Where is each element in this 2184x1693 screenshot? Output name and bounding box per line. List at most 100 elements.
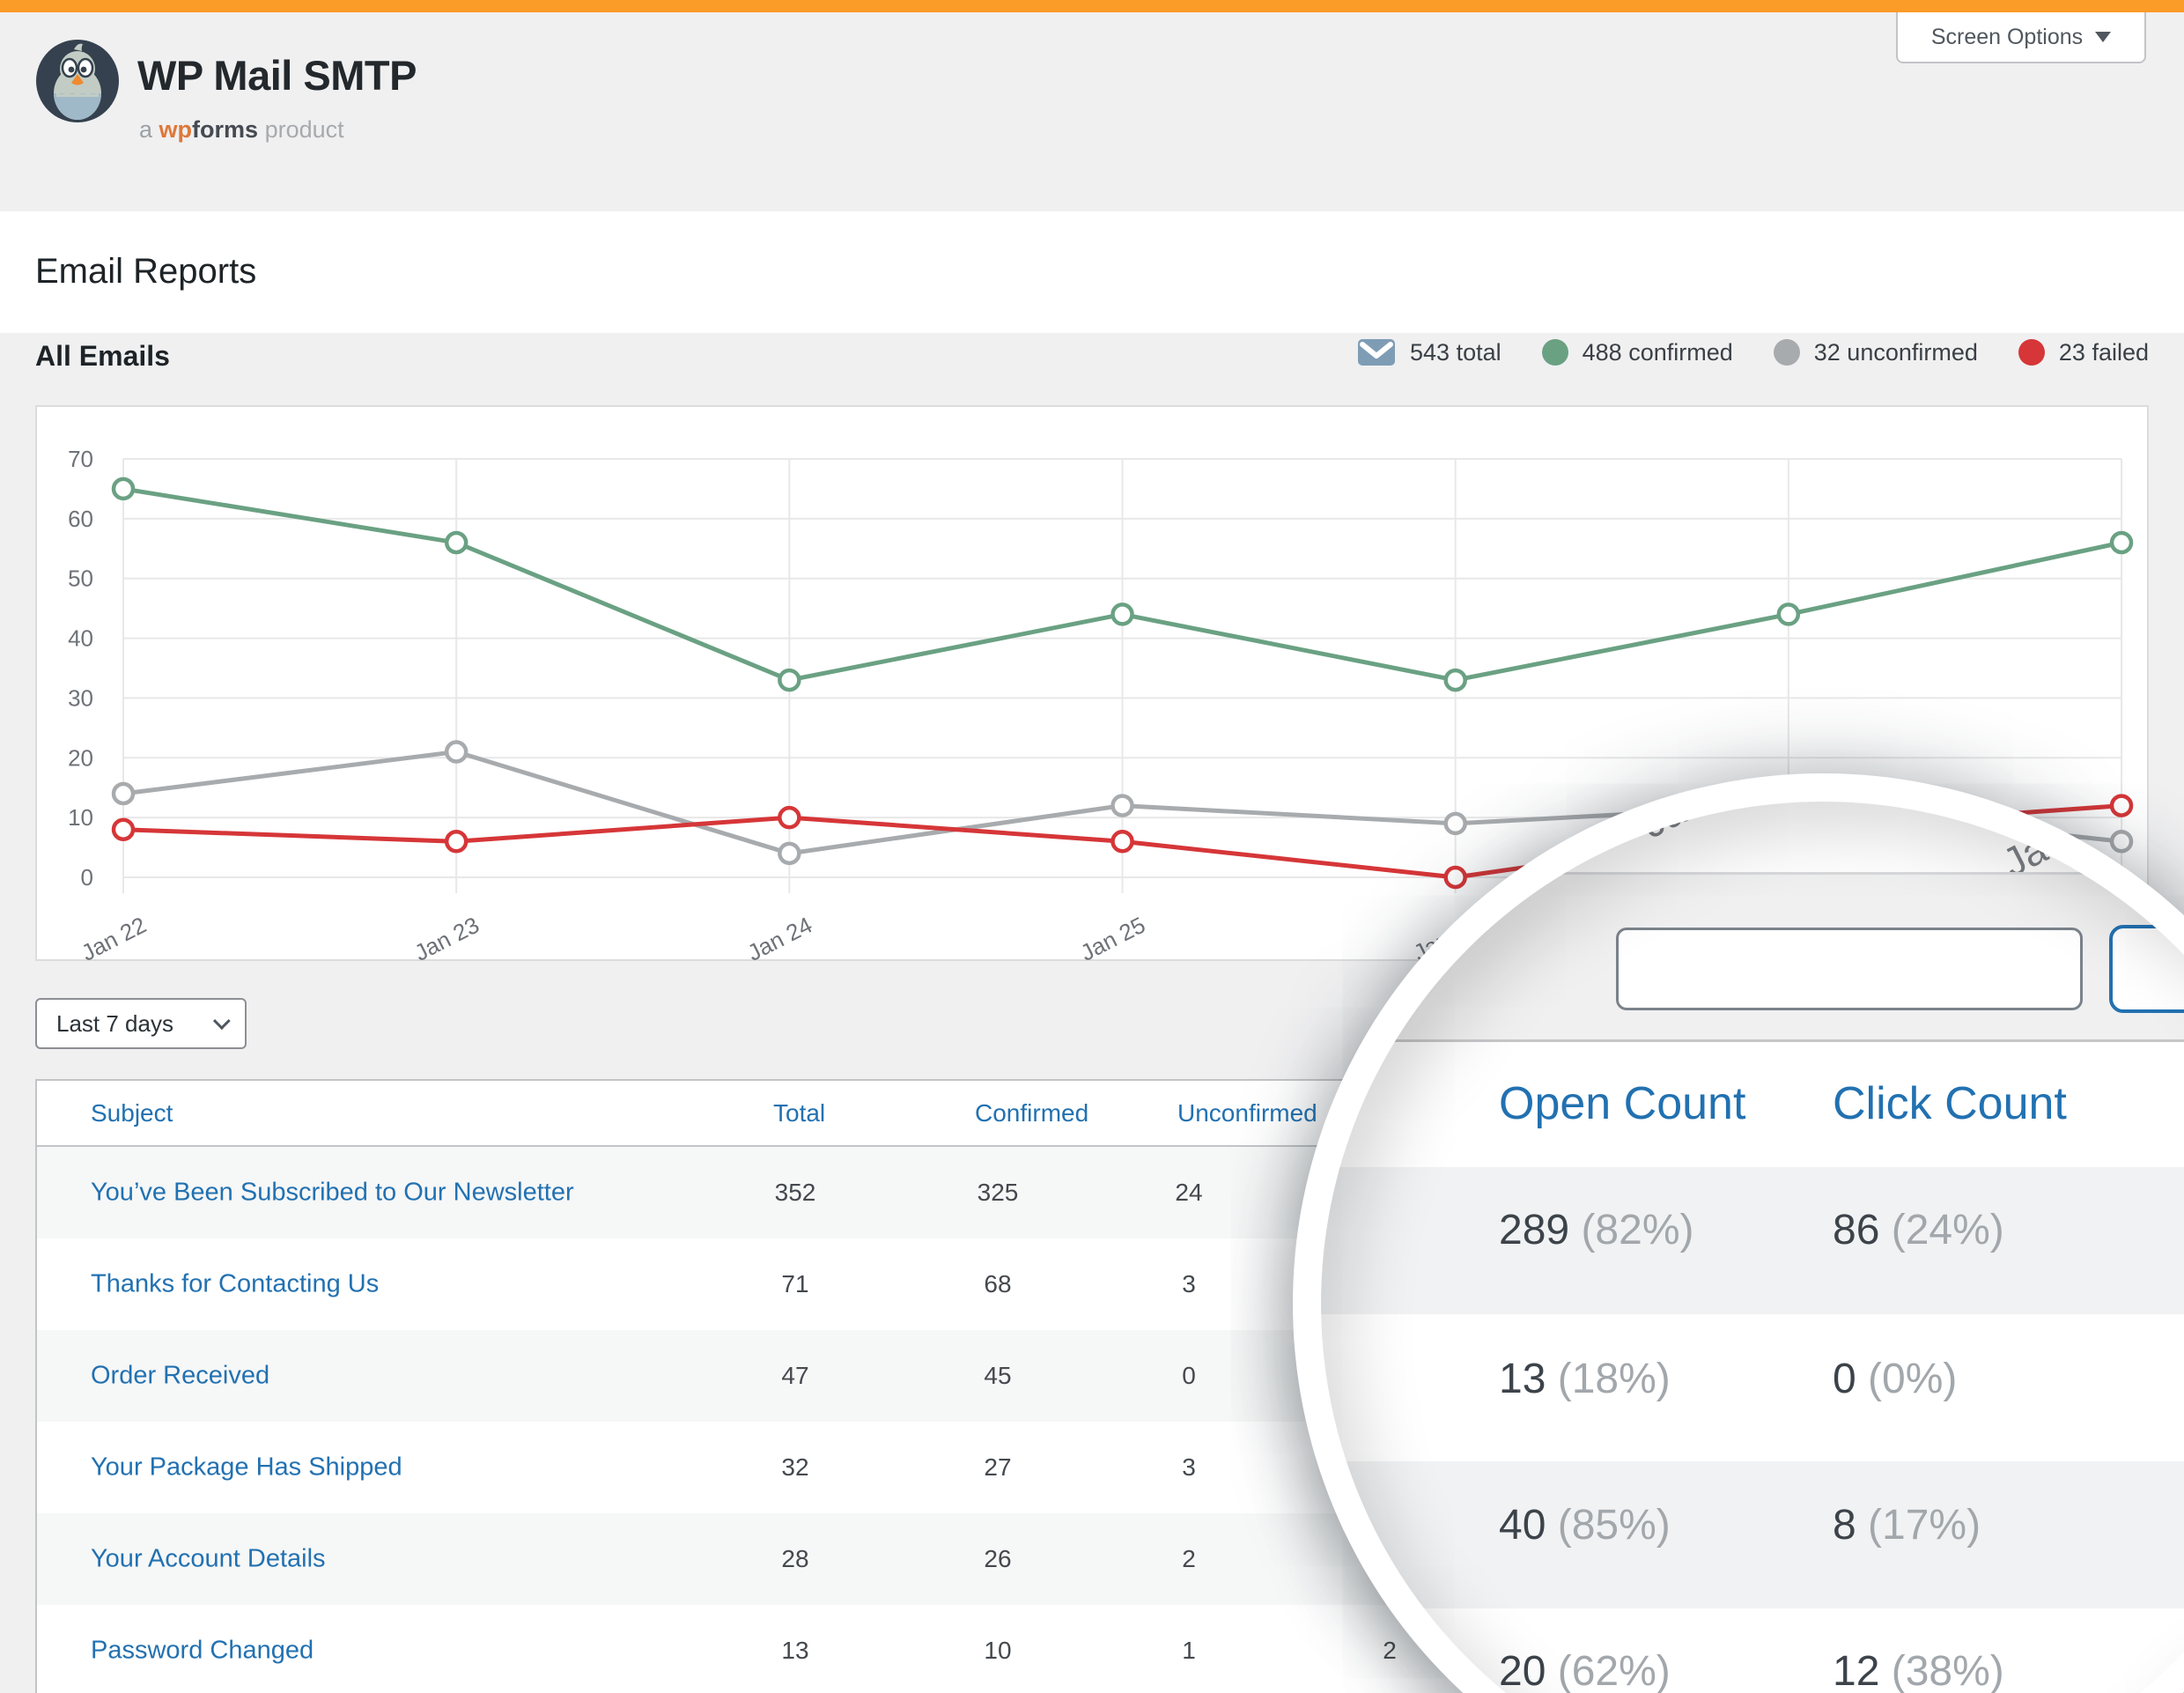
click-count-percent: (38%) [1892, 1648, 2004, 1693]
unconfirmed-cell: 0 [1125, 1362, 1253, 1390]
magnified-table-row: 13 (18%) 0 (0%) [1321, 1355, 2184, 1425]
click-count-percent: (0%) [1868, 1356, 1957, 1402]
column-header-unconfirmed[interactable]: Unconfirmed [1177, 1099, 1317, 1127]
open-count-value: 289 [1499, 1207, 1569, 1253]
top-orange-bar [0, 0, 2184, 12]
click-count-value: 0 [1833, 1356, 1856, 1402]
total-cell: 32 [731, 1453, 860, 1482]
unconfirmed-cell: 3 [1125, 1270, 1253, 1298]
section-title-all-emails: All Emails [35, 340, 170, 373]
confirmed-cell: 26 [933, 1545, 1062, 1573]
svg-text:40: 40 [68, 625, 93, 652]
tagline-wp: wp [159, 116, 193, 143]
subject-link[interactable]: Your Account Details [91, 1545, 326, 1574]
subject-link[interactable]: Thanks for Contacting Us [91, 1270, 379, 1299]
legend-failed-label: failed [2092, 339, 2149, 366]
svg-text:60: 60 [68, 506, 93, 532]
column-header-total[interactable]: Total [773, 1099, 825, 1127]
legend-confirmed-label: confirmed [1628, 339, 1733, 366]
failed-dot-icon [2018, 339, 2045, 366]
open-count-value: 20 [1499, 1648, 1546, 1693]
svg-text:0: 0 [81, 864, 93, 891]
legend-item-failed: 23 failed [2018, 339, 2149, 366]
click-count-percent: (24%) [1892, 1207, 2004, 1253]
svg-text:50: 50 [68, 566, 93, 592]
magnified-table-row: 20 (62%) 12 (38%) [1321, 1647, 2184, 1693]
brand-title: WP Mail SMTP [137, 51, 417, 100]
subject-link[interactable]: Password Changed [91, 1637, 314, 1666]
open-count-percent: (18%) [1558, 1356, 1671, 1402]
tagline-forms: forms [192, 116, 258, 143]
chevron-down-icon [213, 1012, 231, 1030]
legend-item-total: 543 total [1357, 338, 1502, 366]
subject-link[interactable]: You’ve Been Subscribed to Our Newsletter [91, 1179, 574, 1208]
click-count-value: 12 [1833, 1648, 1879, 1693]
svg-text:70: 70 [68, 446, 93, 472]
unconfirmed-cell: 3 [1125, 1453, 1253, 1482]
svg-text:Jan 24: Jan 24 [743, 912, 816, 961]
magnified-chart-fragment: Jan 27 Jan 28 [1321, 802, 2184, 872]
date-range-value: Last 7 days [56, 1010, 173, 1038]
unconfirmed-dot-icon [1774, 339, 1800, 366]
screen-options-label: Screen Options [1931, 25, 2083, 50]
magnified-toolbar-area [1321, 875, 2184, 1039]
total-cell: 71 [731, 1270, 860, 1298]
open-count-value: 13 [1499, 1356, 1546, 1402]
legend-failed-count: 23 [2059, 339, 2085, 366]
column-header-subject[interactable]: Subject [91, 1099, 173, 1127]
page-title: Email Reports [35, 252, 256, 292]
legend-item-unconfirmed: 32 unconfirmed [1774, 339, 1978, 366]
column-header-open-count[interactable]: Open Count [1499, 1077, 1745, 1130]
page-title-band: Email Reports [0, 211, 2184, 333]
magnifier-circle: Jan 27 Jan 28 Open Count Click Count 289… [1293, 773, 2184, 1693]
chart-legend: 543 total 488 confirmed 32 unconfirmed 2… [1357, 338, 2149, 366]
search-input[interactable] [1616, 928, 2083, 1010]
legend-total-count: 543 [1410, 339, 1450, 366]
confirmed-cell: 27 [933, 1453, 1062, 1482]
total-cell: 28 [731, 1545, 860, 1573]
column-header-confirmed[interactable]: Confirmed [975, 1099, 1088, 1127]
legend-confirmed-count: 488 [1583, 339, 1622, 366]
unconfirmed-cell: 1 [1125, 1637, 1253, 1665]
confirmed-cell: 45 [933, 1362, 1062, 1390]
magnifier-content: Jan 27 Jan 28 Open Count Click Count 289… [1321, 802, 2184, 1693]
unconfirmed-cell: 2 [1125, 1545, 1253, 1573]
wp-mail-smtp-logo [35, 39, 120, 123]
confirmed-cell: 325 [933, 1179, 1062, 1207]
confirmed-cell: 68 [933, 1270, 1062, 1298]
svg-text:Jan 25: Jan 25 [1076, 912, 1149, 961]
click-count-value: 86 [1833, 1207, 1879, 1253]
tagline-product: product [265, 116, 344, 143]
legend-unconfirmed-label: unconfirmed [1847, 339, 1978, 366]
svg-text:30: 30 [68, 684, 93, 711]
total-cell: 13 [731, 1637, 860, 1665]
legend-total-label: total [1457, 339, 1502, 366]
envelope-icon [1357, 338, 1396, 366]
date-range-select[interactable]: Last 7 days [35, 998, 247, 1049]
magnified-table-row: 289 (82%) 86 (24%) [1321, 1206, 2184, 1276]
search-button[interactable] [2109, 925, 2184, 1013]
tagline-a: a [139, 116, 152, 143]
subject-link[interactable]: Order Received [91, 1362, 269, 1391]
plugin-header: WP Mail SMTP a wpforms product [0, 12, 2184, 211]
svg-text:10: 10 [68, 804, 93, 831]
confirmed-cell: 10 [933, 1637, 1062, 1665]
column-header-click-count[interactable]: Click Count [1833, 1077, 2067, 1130]
legend-item-confirmed: 488 confirmed [1542, 339, 1733, 366]
subject-link[interactable]: Your Package Has Shipped [91, 1453, 402, 1482]
open-count-percent: (85%) [1558, 1502, 1671, 1549]
brand-tagline: a wpforms product [139, 116, 344, 144]
magnified-table-row: 40 (85%) 8 (17%) [1321, 1501, 2184, 1571]
open-count-value: 40 [1499, 1502, 1546, 1549]
chevron-down-icon [2095, 32, 2111, 42]
click-count-value: 8 [1833, 1502, 1856, 1549]
svg-text:20: 20 [68, 744, 93, 771]
open-count-percent: (62%) [1558, 1648, 1671, 1693]
click-count-percent: (17%) [1868, 1502, 1981, 1549]
open-count-percent: (82%) [1581, 1207, 1693, 1253]
magnified-chart-border [2149, 802, 2151, 872]
total-cell: 47 [731, 1362, 860, 1390]
screen-options-button[interactable]: Screen Options [1896, 12, 2146, 63]
confirmed-dot-icon [1542, 339, 1568, 366]
svg-text:Jan 22: Jan 22 [77, 912, 151, 961]
